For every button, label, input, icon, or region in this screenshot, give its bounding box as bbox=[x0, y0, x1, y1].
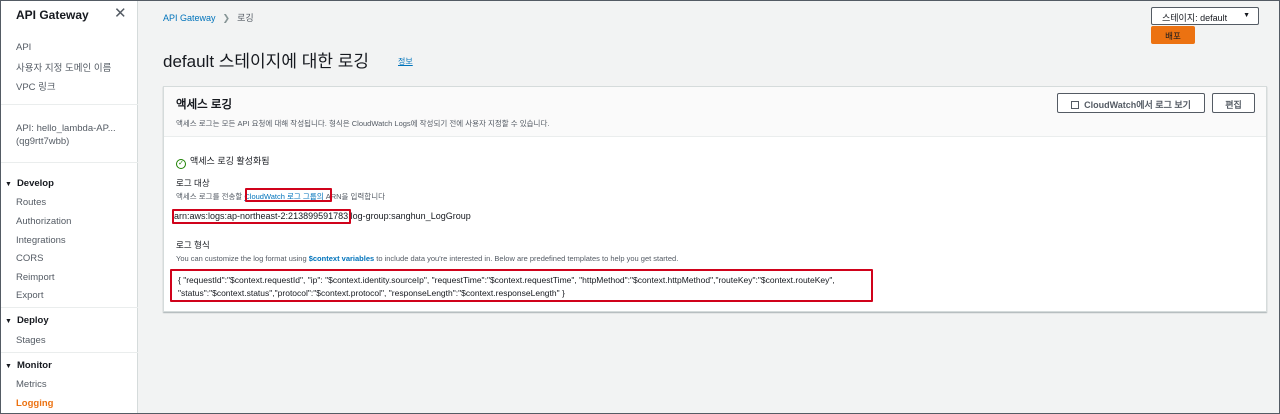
edit-button[interactable]: 편집 bbox=[1212, 93, 1255, 113]
sidebar-item-reimport[interactable]: Reimport bbox=[16, 272, 55, 283]
sidebar-title: API Gateway bbox=[16, 8, 89, 22]
panel-title: 액세스 로깅 bbox=[176, 99, 233, 111]
chevron-right-icon: ❯ bbox=[222, 13, 231, 23]
caret-down-icon: ▼ bbox=[5, 318, 12, 325]
view-in-cloudwatch-button[interactable]: CloudWatch에서 로그 보기 bbox=[1057, 93, 1205, 113]
sidebar-section-deploy[interactable]: ▼ Deploy bbox=[5, 315, 49, 326]
sidebar: API Gateway ✕ API 사용자 지정 도메인 이름 VPC 링크 A… bbox=[1, 1, 138, 413]
highlight-box bbox=[245, 188, 332, 202]
sidebar-section-monitor[interactable]: ▼ Monitor bbox=[5, 360, 52, 371]
sidebar-item-stages[interactable]: Stages bbox=[16, 335, 46, 346]
status-text: 액세스 로깅 활성화됨 bbox=[190, 156, 270, 166]
sidebar-item-logging[interactable]: Logging bbox=[16, 398, 53, 409]
sidebar-item-routes[interactable]: Routes bbox=[16, 197, 46, 208]
sidebar-item-cors[interactable]: CORS bbox=[16, 253, 43, 264]
sidebar-section-develop[interactable]: ▼ Develop bbox=[5, 178, 54, 189]
external-link-icon bbox=[1071, 101, 1080, 109]
breadcrumb-api-gateway[interactable]: API Gateway bbox=[163, 13, 216, 23]
deploy-button[interactable]: 배포 bbox=[1151, 26, 1195, 44]
highlight-box bbox=[172, 209, 351, 224]
caret-down-icon: ▼ bbox=[5, 181, 12, 188]
info-link[interactable]: 정보 bbox=[398, 56, 413, 67]
log-format-line: "status":"$context.status","protocol":"$… bbox=[178, 287, 565, 298]
panel-description: 액세스 로그는 모든 API 요청에 대해 작성됩니다. 형식은 CloudWa… bbox=[176, 119, 550, 128]
close-icon[interactable]: ✕ bbox=[114, 4, 127, 22]
status-indicator: ✓ 액세스 로깅 활성화됨 bbox=[176, 154, 270, 169]
breadcrumb: API Gateway ❯ 로깅 bbox=[163, 11, 254, 24]
check-circle-icon: ✓ bbox=[176, 159, 186, 169]
sidebar-api-id: (qg9rtt7wbb) bbox=[16, 136, 70, 147]
sidebar-item-custom-domain[interactable]: 사용자 지정 도메인 이름 bbox=[16, 60, 111, 74]
sidebar-item-integrations[interactable]: Integrations bbox=[16, 235, 66, 246]
panel-header: 액세스 로깅 액세스 로그는 모든 API 요청에 대해 작성됩니다. 형식은 … bbox=[164, 87, 1266, 137]
sidebar-item-export[interactable]: Export bbox=[16, 290, 43, 301]
caret-down-icon: ▼ bbox=[5, 363, 12, 370]
log-format-value: { "requestId":"$context.requestId", "ip"… bbox=[170, 269, 873, 302]
log-format-description: You can customize the log format using $… bbox=[176, 254, 679, 263]
caret-down-icon: ▼ bbox=[1243, 12, 1250, 19]
sidebar-item-authorization[interactable]: Authorization bbox=[16, 216, 71, 227]
log-destination-label: 로그 대상 bbox=[176, 178, 210, 188]
sidebar-item-api[interactable]: API bbox=[16, 42, 31, 53]
sidebar-divider bbox=[1, 352, 138, 353]
sidebar-item-vpc-link[interactable]: VPC 링크 bbox=[16, 79, 56, 93]
sidebar-divider bbox=[1, 162, 138, 163]
stage-select-value: 스테이지: default bbox=[1162, 13, 1228, 23]
context-variables-link[interactable]: $context variables bbox=[309, 254, 374, 263]
access-logging-panel: 액세스 로깅 액세스 로그는 모든 API 요청에 대해 작성됩니다. 형식은 … bbox=[163, 86, 1267, 312]
sidebar-api-name[interactable]: API: hello_lambda-AP... bbox=[16, 123, 116, 134]
log-format-label: 로그 형식 bbox=[176, 240, 210, 250]
page-title: default 스테이지에 대한 로깅 bbox=[163, 52, 369, 71]
sidebar-divider bbox=[1, 307, 138, 308]
log-format-line: { "requestId":"$context.requestId", "ip"… bbox=[178, 275, 835, 285]
stage-select[interactable]: 스테이지: default ▼ bbox=[1151, 7, 1259, 25]
sidebar-item-metrics[interactable]: Metrics bbox=[16, 379, 47, 390]
breadcrumb-current: 로깅 bbox=[237, 13, 254, 23]
sidebar-divider bbox=[1, 104, 138, 105]
